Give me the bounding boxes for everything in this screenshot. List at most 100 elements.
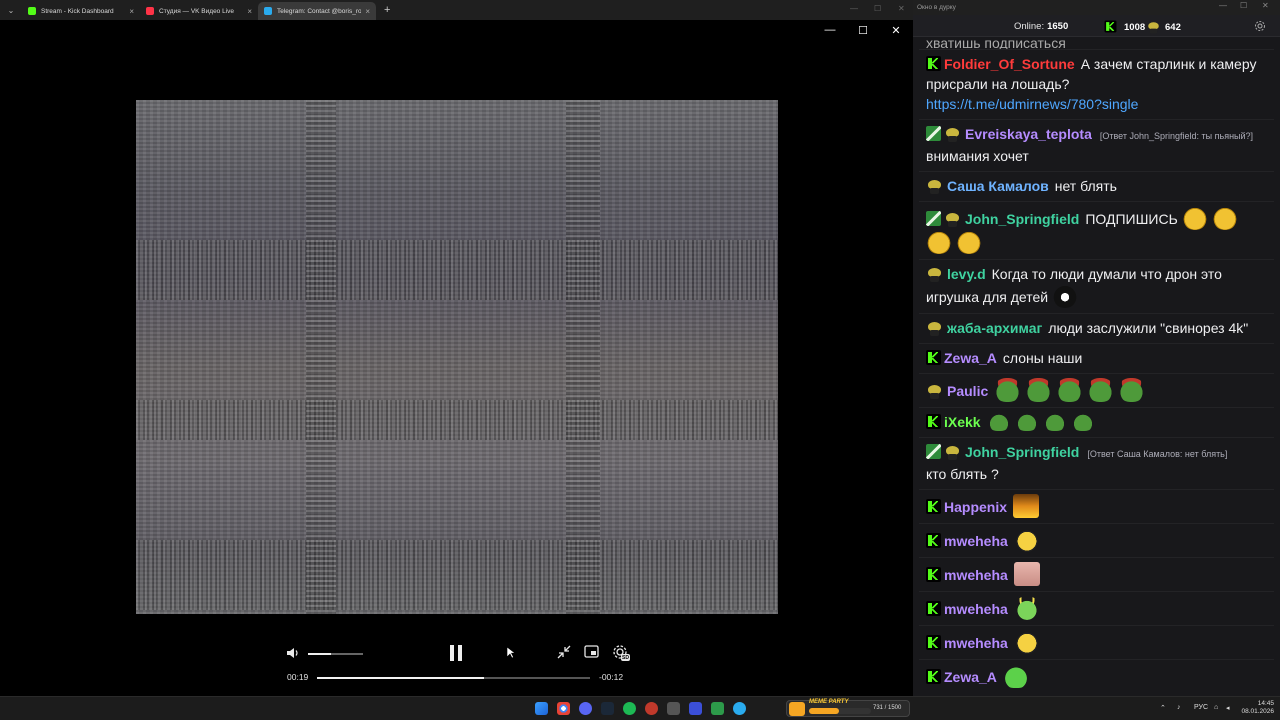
new-tab-button[interactable]: +	[384, 4, 390, 16]
browser-tab[interactable]: Студия — VK Видео Live ×	[140, 2, 258, 20]
language-indicator[interactable]: РУС	[1194, 704, 1208, 711]
chat-username[interactable]: Саша Камалов	[947, 178, 1049, 194]
chat-message: mweheha	[919, 626, 1274, 660]
meme-party-widget[interactable]: MEME PARTY 731 / 1500	[786, 699, 910, 717]
chat-username[interactable]: Foldier_Of_Sortune	[944, 56, 1075, 72]
chat-username[interactable]: mweheha	[944, 635, 1008, 651]
chat-message-list[interactable]: хватишь подписаться Foldier_Of_Sortune А …	[919, 38, 1274, 690]
emote-pepe-s-icon	[1070, 413, 1095, 431]
telegram-taskbar-icon[interactable]	[733, 702, 746, 715]
speaker-icon[interactable]: ◂	[1226, 704, 1230, 712]
player-close-button[interactable]: ✕	[888, 24, 904, 37]
steam-icon[interactable]	[601, 702, 614, 715]
emote-pepe-icon	[994, 378, 1022, 402]
chrome-icon[interactable]	[557, 702, 570, 715]
chat-username[interactable]: mweheha	[944, 533, 1008, 549]
chat-close-icon[interactable]: ✕	[1262, 1, 1269, 10]
player-minimize-button[interactable]: —	[822, 24, 838, 36]
kick-badge-icon	[926, 350, 941, 365]
kick-viewers: 1008	[1103, 19, 1145, 34]
chat-message: iXekk	[919, 408, 1274, 438]
chat-username[interactable]: John_Springfield	[965, 444, 1079, 460]
picture-in-picture-icon[interactable]	[584, 645, 599, 659]
emote-pepe-s-icon	[1014, 413, 1039, 431]
tab-label: Студия — VK Видео Live	[159, 7, 235, 15]
tab-label: Telegram: Contact @boris_rozh	[277, 7, 362, 15]
obs-icon[interactable]	[645, 702, 658, 715]
online-counter: Online: 1650	[1014, 21, 1068, 32]
reply-reference[interactable]: [Ответ John_Springfield: ты пьяный?]	[1100, 131, 1253, 141]
online-count: 1650	[1047, 21, 1069, 32]
emote-frog-icon	[1002, 664, 1029, 688]
spotify-icon[interactable]	[623, 702, 636, 715]
subscriber-badge-icon	[926, 211, 941, 226]
kick-count: 1008	[1124, 21, 1146, 33]
emote-laugh-icon	[926, 230, 952, 254]
player-maximize-button[interactable]: ☐	[855, 24, 871, 37]
tray-chevron-icon[interactable]: ⌃	[1160, 704, 1166, 712]
kick-badge-icon	[926, 567, 941, 582]
discord-icon[interactable]	[579, 702, 592, 715]
pepe-badge-icon	[944, 444, 961, 460]
subscriber-badge-icon	[926, 126, 941, 141]
settings-icon[interactable]	[1254, 20, 1266, 32]
chat-maximize-icon[interactable]: ☐	[1240, 1, 1247, 10]
chat-link[interactable]: https://t.me/udmirnews/780?single	[926, 96, 1138, 112]
seek-bar[interactable]	[317, 677, 590, 679]
microphone-icon[interactable]: ♪	[1177, 704, 1181, 711]
app-icon[interactable]	[667, 702, 680, 715]
app-icon[interactable]	[711, 702, 724, 715]
chat-window-titlebar: Окно в дурку — ☐ ✕	[913, 0, 1280, 15]
chat-stats-header: Online: 1650 1008 642	[913, 15, 1280, 37]
chat-username[interactable]: Paulic	[947, 383, 988, 399]
browser-maximize-icon[interactable]: ☐	[874, 4, 881, 13]
pepe-badge-icon	[944, 211, 961, 227]
chat-minimize-icon[interactable]: —	[1219, 1, 1227, 10]
pause-icon[interactable]	[448, 644, 464, 662]
tab-close-icon[interactable]: ×	[247, 7, 252, 16]
reply-reference[interactable]: [Ответ Саша Камалов: нет блять]	[1087, 449, 1227, 459]
telegram-icon	[264, 7, 272, 15]
chat-message: levy.d Когда то люди думали что дрон это …	[919, 260, 1274, 314]
chat-username[interactable]: mweheha	[944, 567, 1008, 583]
vk-count: 642	[1165, 22, 1181, 33]
browser-tab[interactable]: Stream - Kick Dashboard ×	[22, 2, 140, 20]
media-icon[interactable]	[689, 702, 702, 715]
chat-username[interactable]: Happenix	[944, 499, 1007, 515]
start-icon[interactable]	[535, 702, 548, 715]
emote-bee-icon	[1013, 630, 1040, 654]
tab-close-icon[interactable]: ×	[129, 7, 134, 16]
video-noise	[136, 400, 778, 440]
video-frame[interactable]	[136, 100, 778, 614]
emote-pepe-s-icon	[986, 413, 1011, 431]
chat-username[interactable]: Zewa_A	[944, 350, 997, 366]
kick-badge-icon	[926, 56, 941, 71]
emote-pepe-icon	[1118, 378, 1146, 402]
chat-partial-message: хватишь подписаться	[919, 38, 1274, 50]
chat-username[interactable]: Evreiskaya_teplota	[965, 126, 1092, 142]
chat-window-title: Окно в дурку	[917, 4, 956, 11]
network-icon[interactable]: ⌂	[1214, 704, 1218, 711]
chat-username[interactable]: iXekk	[944, 414, 981, 430]
chat-username[interactable]: levy.d	[947, 266, 986, 282]
volume-fill	[308, 653, 332, 655]
browser-close-icon[interactable]: ✕	[898, 4, 905, 13]
chat-username[interactable]: mweheha	[944, 601, 1008, 617]
tab-close-icon[interactable]: ×	[365, 7, 370, 16]
tab-list-icon[interactable]: ⌄	[0, 0, 22, 20]
volume-icon[interactable]	[286, 646, 300, 660]
browser-minimize-icon[interactable]: —	[850, 4, 858, 13]
chat-username[interactable]: John_Springfield	[965, 211, 1079, 227]
emote-laugh-icon	[1211, 206, 1238, 230]
emote-bee-icon	[1013, 528, 1040, 552]
volume-slider[interactable]	[308, 653, 363, 655]
chat-username[interactable]: жаба-архимаг	[947, 320, 1042, 336]
pepe-badge-icon	[926, 266, 943, 282]
browser-tab[interactable]: Telegram: Contact @boris_rozh ×	[258, 2, 376, 20]
chat-message: Happenix	[919, 490, 1274, 524]
tab-strip: ⌄ Stream - Kick Dashboard × Студия — VK Ви…	[0, 0, 913, 20]
exit-fullscreen-icon[interactable]	[557, 645, 571, 659]
chat-username[interactable]: Zewa_A	[944, 669, 997, 685]
video-noise	[136, 240, 778, 300]
clock[interactable]: 14:45 08.01.2026	[1238, 700, 1274, 716]
